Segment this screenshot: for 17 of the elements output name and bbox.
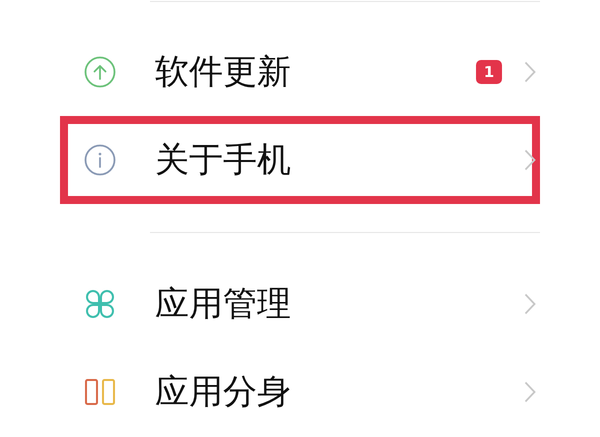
up-arrow-circle-icon [84, 56, 116, 88]
settings-row[interactable]: 应用分身 [60, 348, 540, 436]
row-label: 应用管理 [155, 283, 292, 326]
chevron-right-icon [524, 61, 536, 83]
row-label: 软件更新 [155, 51, 292, 94]
chevron-right-icon [524, 293, 536, 315]
chevron-right-icon [524, 149, 536, 171]
chevron-right-icon [524, 381, 536, 403]
row-label: 关于手机 [155, 139, 292, 182]
notification-badge: 1 [476, 60, 502, 84]
settings-row[interactable]: 关于手机 [60, 116, 540, 204]
dual-rectangles-icon [84, 376, 116, 408]
settings-row[interactable]: 软件更新 1 [60, 28, 540, 116]
apps-icon [84, 288, 116, 320]
row-label: 应用分身 [155, 371, 292, 414]
info-icon [84, 144, 116, 176]
settings-row[interactable]: 应用管理 [60, 260, 540, 348]
